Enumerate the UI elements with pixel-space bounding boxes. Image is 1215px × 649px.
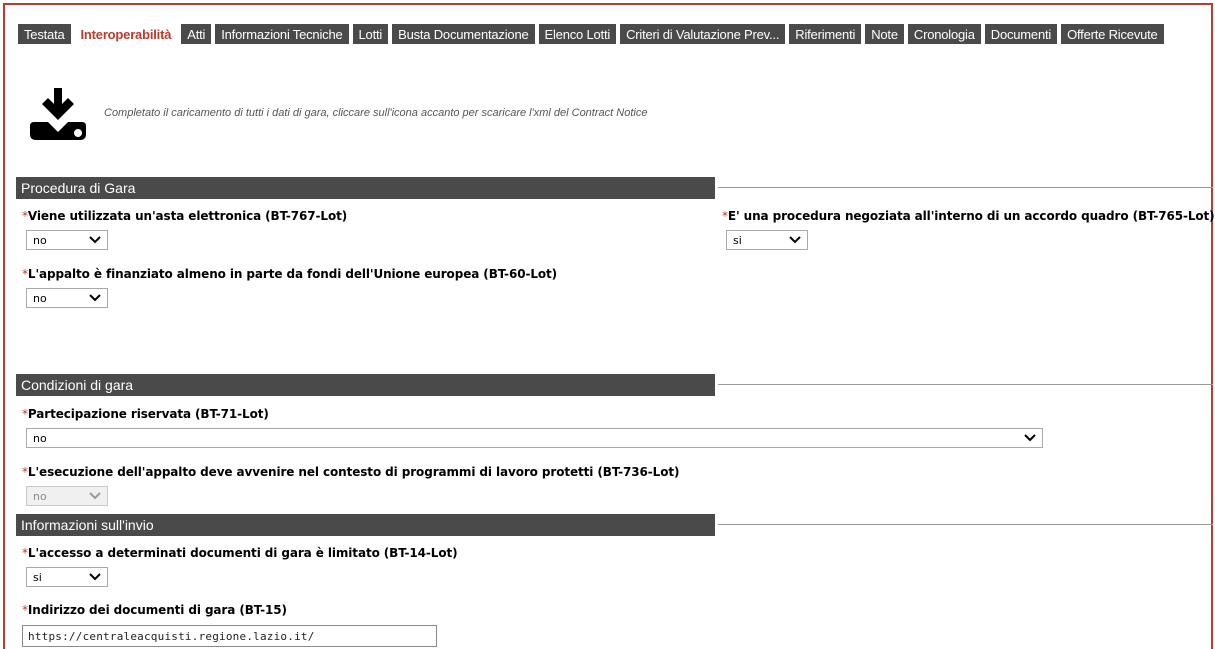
tab-cronologia[interactable]: Cronologia xyxy=(907,24,981,44)
tab-note[interactable]: Note xyxy=(865,24,904,44)
tab-informazioni-tecniche[interactable]: Informazioni Tecniche xyxy=(215,24,349,44)
tab-lotti[interactable]: Lotti xyxy=(352,24,389,44)
tab-bar: Testata Interoperabilità Atti Informazioni … xyxy=(18,24,1215,44)
download-icon[interactable] xyxy=(28,86,88,142)
chevron-down-icon xyxy=(89,573,101,581)
accesso-limitato-label: *L'accesso a determinati documenti di ga… xyxy=(22,546,458,560)
programmi-protetti-label: *L'esecuzione dell'appalto deve avvenire… xyxy=(22,465,680,479)
tab-offerte-ricevute[interactable]: Offerte Ricevute xyxy=(1061,24,1164,44)
programmi-protetti-select: no xyxy=(26,486,108,506)
chevron-down-icon xyxy=(1024,434,1036,442)
tab-elenco-lotti[interactable]: Elenco Lotti xyxy=(538,24,617,44)
tab-testata[interactable]: Testata xyxy=(18,24,71,44)
section-divider xyxy=(718,187,1213,188)
accordo-quadro-select[interactable]: si xyxy=(726,230,808,250)
accesso-limitato-select[interactable]: si xyxy=(26,567,108,587)
section-header-condizioni: Condizioni di gara xyxy=(16,374,715,396)
chevron-down-icon xyxy=(89,294,101,302)
indirizzo-documenti-input[interactable] xyxy=(22,625,437,647)
section-header-invio: Informazioni sull'invio xyxy=(16,514,715,536)
partecipazione-riservata-label: *Partecipazione riservata (BT-71-Lot) xyxy=(22,407,269,421)
section-header-procedura: Procedura di Gara xyxy=(16,177,715,199)
fondi-ue-label: *L'appalto è finanziato almeno in parte … xyxy=(22,267,558,281)
tab-documenti[interactable]: Documenti xyxy=(984,24,1058,44)
tab-riferimenti[interactable]: Riferimenti xyxy=(789,24,862,44)
chevron-down-icon xyxy=(789,236,801,244)
fondi-ue-select[interactable]: no xyxy=(26,288,108,308)
chevron-down-icon xyxy=(89,236,101,244)
asta-elettronica-select[interactable]: no xyxy=(26,230,108,250)
indirizzo-documenti-label: *Indirizzo dei documenti di gara (BT-15) xyxy=(22,603,287,617)
download-instructions: Completato il caricamento di tutti i dat… xyxy=(104,107,648,119)
tab-atti[interactable]: Atti xyxy=(181,24,212,44)
chevron-down-icon xyxy=(89,492,101,500)
tab-interoperabilit[interactable]: Interoperabilità xyxy=(74,24,178,44)
tab-busta-documentazione[interactable]: Busta Documentazione xyxy=(392,24,535,44)
asta-elettronica-label: *Viene utilizzata un'asta elettronica (B… xyxy=(22,209,348,223)
tab-criteri-di-valutazione-prev[interactable]: Criteri di Valutazione Prev... xyxy=(620,24,786,44)
partecipazione-riservata-select[interactable]: no xyxy=(26,428,1043,448)
section-divider xyxy=(718,524,1213,525)
section-divider xyxy=(718,384,1213,385)
accordo-quadro-label: *E' una procedura negoziata all'interno … xyxy=(722,209,1215,223)
